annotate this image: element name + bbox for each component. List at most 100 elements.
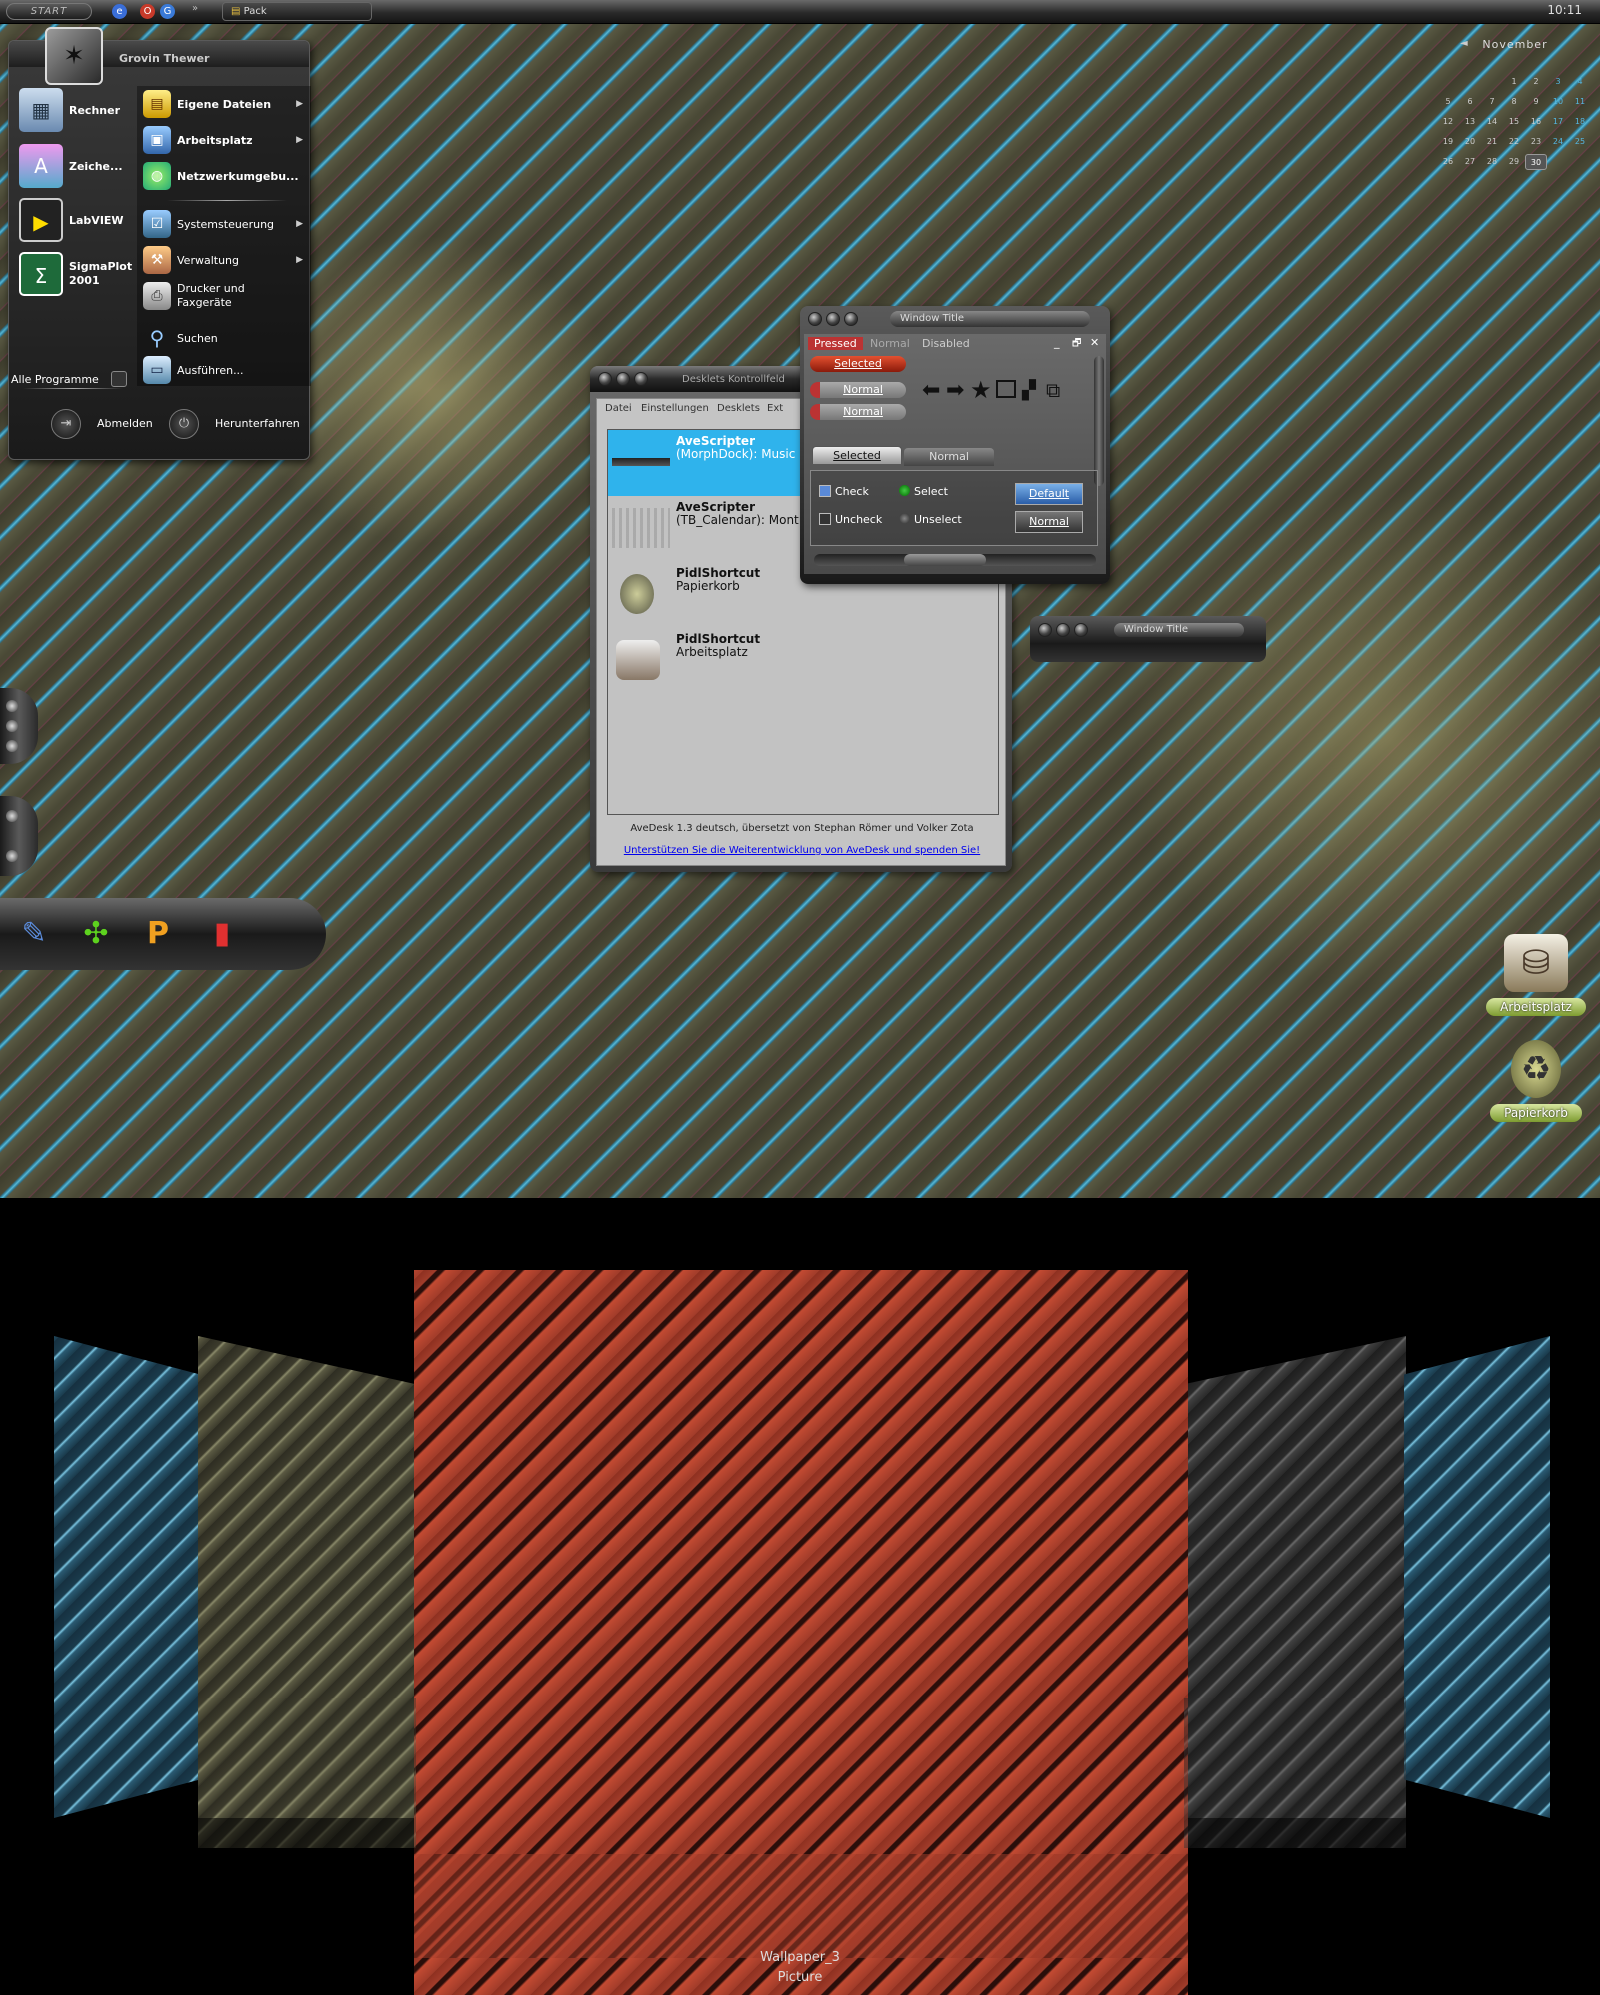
wallpaper-thumb-far-right[interactable] — [1404, 1336, 1550, 1818]
dock-dot-icon[interactable] — [6, 810, 18, 822]
menu-einstellungen[interactable]: Einstellungen — [641, 403, 709, 414]
calendar-day[interactable]: 3 — [1547, 74, 1569, 90]
logoff-icon[interactable]: ⇥ — [51, 409, 81, 439]
minimize-icon[interactable]: _ — [1054, 336, 1060, 349]
powerpoint-icon[interactable]: P — [136, 912, 180, 956]
wallpaper-thumb-far-left[interactable] — [54, 1336, 200, 1818]
dock-dot-icon[interactable] — [6, 740, 18, 752]
restore-icon[interactable]: 🗗 — [1072, 336, 1081, 353]
opera-icon[interactable]: O — [140, 4, 155, 19]
menu-item-suchen[interactable]: ⚲ Suchen — [143, 324, 309, 352]
uncheck-checkbox[interactable]: Uncheck — [819, 513, 882, 526]
check-checkbox[interactable]: Check — [819, 485, 869, 498]
menu-desklets[interactable]: Desklets — [717, 403, 760, 414]
tiles-icon[interactable]: ▞ — [1022, 380, 1036, 401]
calendar-day[interactable]: 24 — [1547, 134, 1569, 150]
default-button[interactable]: Default — [1015, 483, 1083, 505]
selected-button[interactable]: Selected — [810, 356, 906, 372]
start-button[interactable]: START — [6, 3, 92, 20]
minimize-icon[interactable] — [1056, 623, 1070, 637]
calendar-day[interactable]: 17 — [1547, 114, 1569, 130]
dock-dot-icon[interactable] — [6, 700, 18, 712]
calendar-day[interactable]: 26 — [1437, 154, 1459, 170]
calendar-day[interactable]: 28 — [1481, 154, 1503, 170]
close-icon[interactable] — [598, 372, 612, 386]
calendar-day[interactable]: 16 — [1525, 114, 1547, 130]
network-tool-icon[interactable]: ✣ — [74, 912, 118, 956]
pinned-item-rechner[interactable]: ▦ Rechner — [19, 88, 120, 132]
calendar-day[interactable]: 11 — [1569, 94, 1591, 110]
scrollbar-thumb[interactable] — [904, 554, 986, 566]
calendar-day[interactable]: 30 — [1525, 154, 1547, 170]
menu-item-eigene-dateien[interactable]: ▤ Eigene Dateien ▶ — [143, 90, 309, 118]
ie-icon[interactable]: e — [112, 4, 127, 19]
pinned-item-labview[interactable]: ▶ LabVIEW — [19, 198, 124, 242]
calendar-day[interactable]: 1 — [1503, 74, 1525, 90]
calendar-day[interactable]: 10 — [1547, 94, 1569, 110]
power-icon[interactable]: ⏻ — [169, 409, 199, 439]
calendar-day[interactable]: 15 — [1503, 114, 1525, 130]
calendar-day[interactable]: 25 — [1569, 134, 1591, 150]
tab-selected[interactable]: Selected — [812, 446, 902, 464]
minimize-icon[interactable] — [616, 372, 630, 386]
calendar-day[interactable]: 18 — [1569, 114, 1591, 130]
unselect-radio[interactable]: Unselect — [899, 513, 962, 526]
close-icon[interactable] — [1038, 623, 1052, 637]
menu-item-drucker[interactable]: ⎙ Drucker und Faxgeräte — [143, 282, 309, 310]
vertical-scrollbar[interactable] — [1094, 356, 1104, 486]
calendar-day[interactable]: 8 — [1503, 94, 1525, 110]
forward-arrow-icon[interactable]: ➡ — [946, 378, 964, 403]
taskbar-button-pack[interactable]: ▤ Pack — [222, 2, 372, 21]
back-arrow-icon[interactable]: ⬅ — [922, 378, 940, 403]
desktop-icon-arbeitsplatz[interactable]: ⛁ Arbeitsplatz — [1480, 934, 1592, 1016]
menu-item-verwaltung[interactable]: ⚒ Verwaltung ▶ — [143, 246, 309, 274]
browser-icon[interactable]: G — [160, 4, 175, 19]
window-title[interactable]: Window Title — [1114, 623, 1244, 637]
menu-datei[interactable]: Datei — [605, 403, 632, 414]
close-icon[interactable] — [808, 312, 822, 326]
list-item[interactable]: PidlShortcut Arbeitsplatz — [608, 628, 998, 694]
calendar-day[interactable]: 6 — [1459, 94, 1481, 110]
logoff-button[interactable]: Abmelden — [97, 417, 153, 430]
select-radio[interactable]: Select — [899, 485, 948, 498]
calendar-day[interactable]: 29 — [1503, 154, 1525, 170]
spray-can-icon[interactable]: ▮ — [200, 912, 244, 956]
window-icon[interactable] — [996, 380, 1016, 398]
maximize-icon[interactable] — [1074, 623, 1088, 637]
donate-link[interactable]: Unterstützen Sie die Weiterentwicklung v… — [597, 845, 1007, 856]
menu-item-systemsteuerung[interactable]: ☑ Systemsteuerung ▶ — [143, 210, 309, 238]
star-icon[interactable]: ★ — [970, 376, 992, 404]
dock-dot-icon[interactable] — [6, 850, 18, 862]
menu-item-netzwerkumgebung[interactable]: ◍ Netzwerkumgebu... — [143, 162, 309, 190]
recorder-icon[interactable]: ✎ — [12, 912, 56, 956]
menu-item-ausfuehren[interactable]: ▭ Ausführen... — [143, 356, 309, 384]
window-title[interactable]: Window Title — [890, 311, 1090, 327]
minimize-icon[interactable] — [826, 312, 840, 326]
calendar-day[interactable]: 2 — [1525, 74, 1547, 90]
calendar-day[interactable]: 5 — [1437, 94, 1459, 110]
menu-item-arbeitsplatz[interactable]: ▣ Arbeitsplatz ▶ — [143, 126, 309, 154]
calendar-day[interactable]: 12 — [1437, 114, 1459, 130]
calendar-day[interactable]: 4 — [1569, 74, 1591, 90]
tab-normal[interactable]: Normal — [904, 448, 994, 466]
maximize-icon[interactable] — [844, 312, 858, 326]
state-pressed[interactable]: Pressed — [808, 337, 863, 350]
calendar-day[interactable]: 21 — [1481, 134, 1503, 150]
calendar-day[interactable]: 9 — [1525, 94, 1547, 110]
restore-windows-icon[interactable]: ⧉ — [1046, 378, 1060, 402]
state-normal[interactable]: Normal — [870, 337, 910, 350]
menu-extras[interactable]: Ext — [767, 403, 783, 414]
normal-button[interactable]: Normal — [1015, 511, 1083, 533]
close-icon[interactable]: ✕ — [1090, 336, 1099, 349]
shutdown-button[interactable]: Herunterfahren — [215, 417, 300, 430]
pinned-item-zeichentabelle[interactable]: A Zeiche... — [19, 144, 123, 188]
calendar-day[interactable]: 23 — [1525, 134, 1547, 150]
calendar-day[interactable]: 7 — [1481, 94, 1503, 110]
quicklaunch-overflow[interactable]: » — [192, 3, 198, 14]
calendar-day[interactable]: 20 — [1459, 134, 1481, 150]
maximize-icon[interactable] — [634, 372, 648, 386]
calendar-day[interactable]: 13 — [1459, 114, 1481, 130]
normal-button[interactable]: Normal — [810, 382, 906, 398]
all-programs-button[interactable]: Alle Programme — [11, 371, 127, 387]
calendar-day[interactable]: 14 — [1481, 114, 1503, 130]
